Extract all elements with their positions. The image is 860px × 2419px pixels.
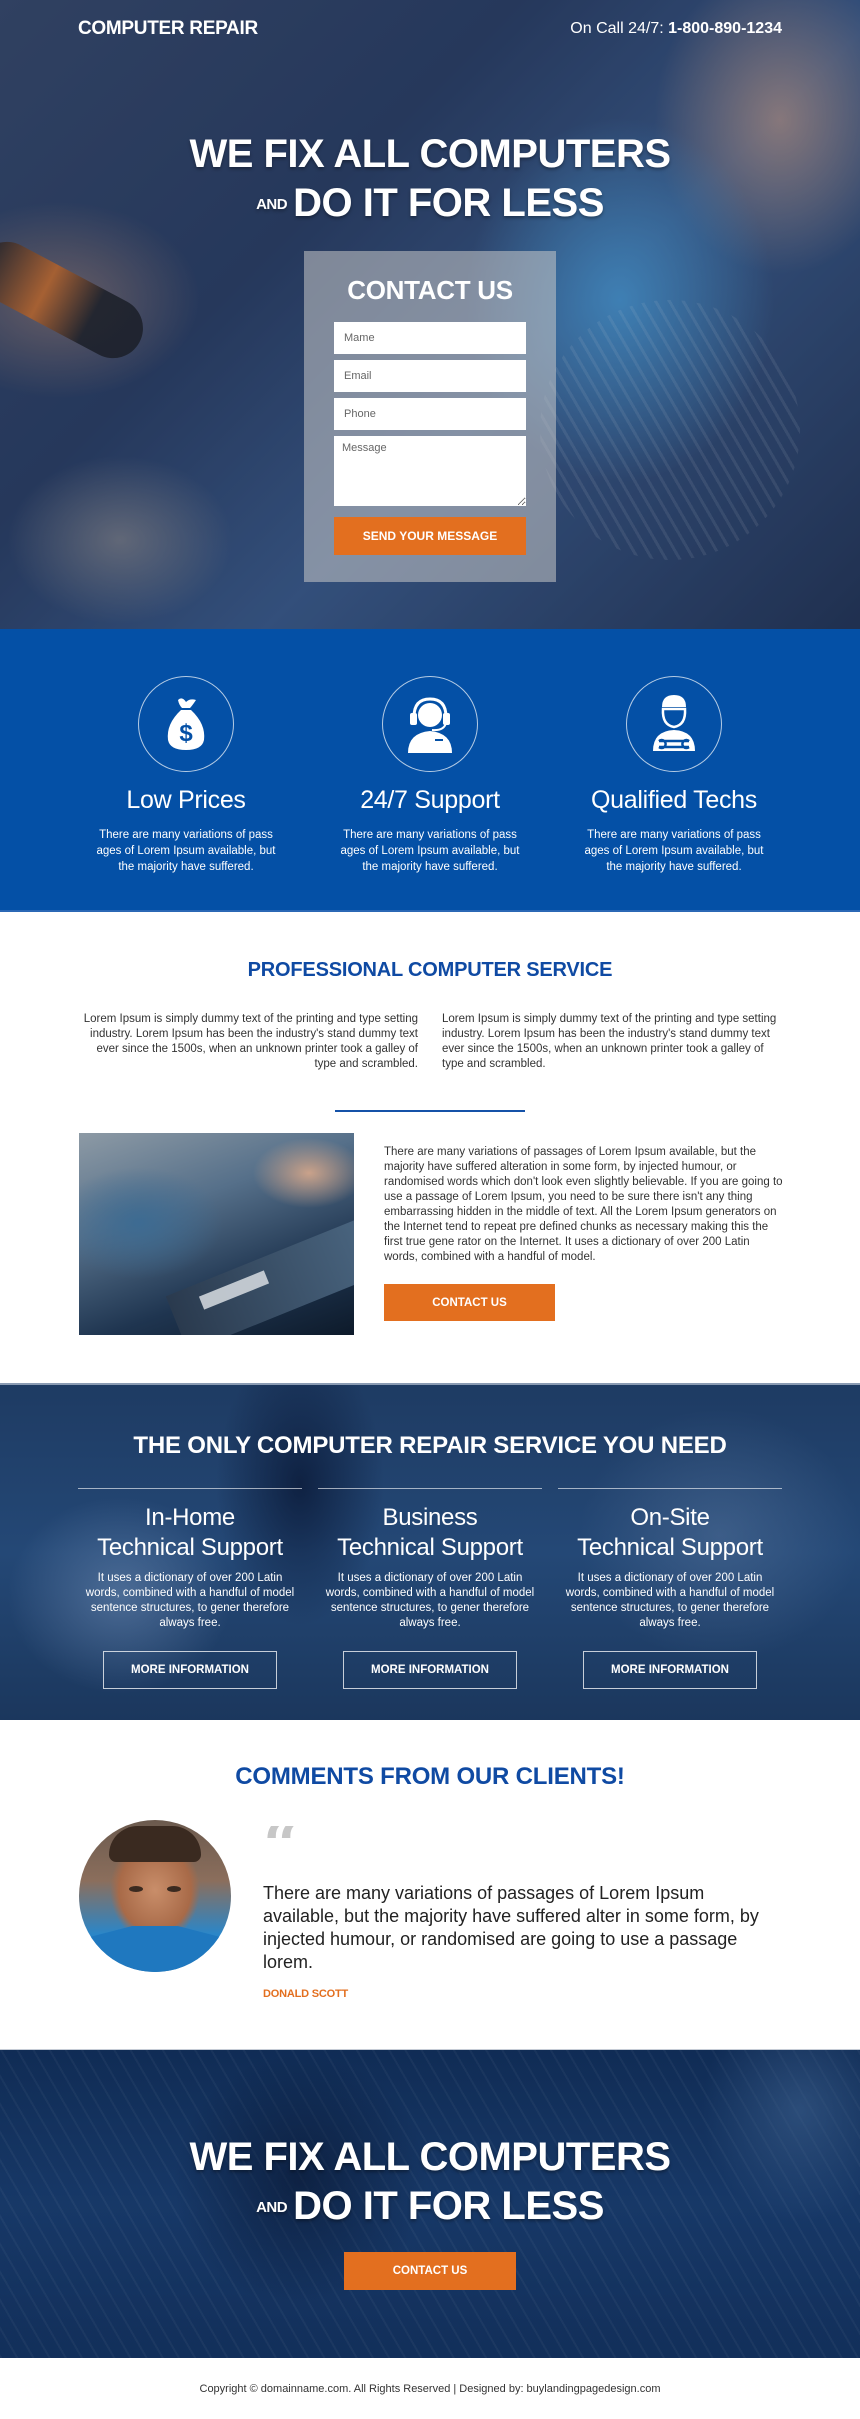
features-section: $ Low Prices There are many variations o…	[0, 629, 860, 912]
feature-text: There are many variations of pass ages o…	[96, 829, 276, 873]
feature-icon-circle	[626, 676, 722, 772]
headset-support-icon	[408, 697, 452, 753]
section-divider	[335, 1110, 525, 1112]
service-detail-row: There are many variations of passages of…	[79, 1133, 860, 1335]
services-title: THE ONLY COMPUTER REPAIR SERVICE YOU NEE…	[133, 1432, 727, 1459]
service-text: It uses a dictionary of over 200 Latin w…	[85, 1572, 295, 1629]
hero-background-screwdriver	[0, 231, 154, 369]
headline-and: AND	[256, 196, 288, 214]
service-card-in-home: In-Home Technical Support It uses a dicti…	[78, 1488, 302, 1689]
cta-headline: WE FIX ALL COMPUTERS AND DO IT FOR LESS	[0, 2133, 860, 2233]
intro-text-left: Lorem Ipsum is simply dummy text of the …	[83, 1013, 418, 1070]
headline-line-2-text: DO IT FOR LESS	[293, 181, 604, 225]
service-title: In-Home Technical Support	[97, 1504, 283, 1561]
headline-line-2: AND DO IT FOR LESS	[0, 2181, 860, 2233]
service-card-on-site: On-Site Technical Support It uses a dicti…	[558, 1488, 782, 1689]
contact-form-title: CONTACT US	[347, 275, 513, 305]
feature-title: Low Prices	[126, 786, 246, 814]
phone-field[interactable]	[334, 398, 526, 430]
service-card-business: Business Technical Support It uses a dict…	[318, 1488, 542, 1689]
service-title: Business Technical Support	[337, 1504, 523, 1561]
service-text: It uses a dictionary of over 200 Latin w…	[325, 1572, 535, 1629]
repair-photo	[79, 1133, 354, 1335]
technician-icon	[653, 695, 695, 751]
testimonials-section: COMMENTS FROM OUR CLIENTS! “ There are m…	[0, 1720, 860, 2049]
cta-section: WE FIX ALL COMPUTERS AND DO IT FOR LESS C…	[0, 2049, 860, 2358]
oncall-info: On Call 24/7: 1-800-890-1234	[570, 20, 782, 38]
headline-line-2: AND DO IT FOR LESS	[0, 178, 860, 230]
headline-line-2-text: DO IT FOR LESS	[293, 2184, 604, 2228]
contact-form: CONTACT US SEND YOUR MESSAGE	[304, 251, 556, 582]
professional-service-section: PROFESSIONAL COMPUTER SERVICE Lorem Ipsu…	[0, 912, 860, 1383]
feature-text: There are many variations of pass ages o…	[340, 829, 520, 873]
hero-background-fan	[540, 300, 800, 560]
intro-text-right: Lorem Ipsum is simply dummy text of the …	[442, 1013, 777, 1070]
feature-low-prices: $ Low Prices There are many variations o…	[64, 676, 308, 910]
testimonial-text: There are many variations of passages of…	[263, 1883, 759, 1972]
hero-section: COMPUTER REPAIR On Call 24/7: 1-800-890-…	[0, 0, 860, 629]
name-field[interactable]	[334, 322, 526, 354]
services-section: THE ONLY COMPUTER REPAIR SERVICE YOU NEE…	[0, 1383, 860, 1720]
hero-headline: WE FIX ALL COMPUTERS AND DO IT FOR LESS	[0, 130, 860, 230]
services-list: In-Home Technical Support It uses a dicti…	[0, 1488, 860, 1689]
feature-title: Qualified Techs	[591, 786, 757, 814]
money-bag-icon: $	[167, 698, 205, 750]
copyright-text: Copyright © domainname.com. All Rights R…	[199, 2382, 661, 2395]
oncall-label: On Call 24/7:	[570, 20, 664, 37]
headline-line-1: WE FIX ALL COMPUTERS	[189, 2135, 671, 2179]
testimonials-title: COMMENTS FROM OUR CLIENTS!	[235, 1763, 625, 1790]
feature-icon-circle	[382, 676, 478, 772]
feature-qualified-techs: Qualified Techs There are many variation…	[552, 676, 796, 910]
message-field[interactable]	[334, 436, 526, 506]
logo[interactable]: COMPUTER REPAIR	[78, 18, 258, 40]
professional-service-title: PROFESSIONAL COMPUTER SERVICE	[247, 959, 613, 981]
contact-us-button[interactable]: CONTACT US	[384, 1284, 555, 1321]
feature-text: There are many variations of pass ages o…	[584, 829, 764, 873]
more-information-button[interactable]: MORE INFORMATION	[343, 1651, 517, 1689]
avatar	[79, 1820, 231, 1972]
service-title: On-Site Technical Support	[577, 1504, 763, 1561]
intro-columns: Lorem Ipsum is simply dummy text of the …	[0, 1012, 860, 1072]
testimonial-content: “ There are many variations of passages …	[263, 1820, 783, 2000]
testimonial: “ There are many variations of passages …	[79, 1820, 860, 2000]
svg-text:$: $	[179, 720, 193, 747]
feature-title: 24/7 Support	[360, 786, 500, 814]
testimonial-author: DONALD SCOTT	[263, 1988, 348, 2000]
headline-and: AND	[256, 2199, 288, 2217]
feature-icon-circle: $	[138, 676, 234, 772]
service-detail-body: There are many variations of passages of…	[384, 1146, 783, 1263]
phone-number[interactable]: 1-800-890-1234	[668, 20, 782, 37]
more-information-button[interactable]: MORE INFORMATION	[103, 1651, 277, 1689]
send-message-button[interactable]: SEND YOUR MESSAGE	[334, 517, 526, 555]
cta-contact-us-button[interactable]: CONTACT US	[344, 2252, 516, 2290]
headline-line-1: WE FIX ALL COMPUTERS	[189, 132, 671, 176]
quote-icon: “	[263, 1826, 783, 1860]
footer: Copyright © domainname.com. All Rights R…	[0, 2358, 860, 2419]
email-field[interactable]	[334, 360, 526, 392]
feature-support: 24/7 Support There are many variations o…	[308, 676, 552, 910]
more-information-button[interactable]: MORE INFORMATION	[583, 1651, 757, 1689]
service-detail-text: There are many variations of passages of…	[384, 1133, 784, 1335]
service-text: It uses a dictionary of over 200 Latin w…	[565, 1572, 775, 1629]
top-bar: COMPUTER REPAIR On Call 24/7: 1-800-890-…	[78, 18, 782, 40]
